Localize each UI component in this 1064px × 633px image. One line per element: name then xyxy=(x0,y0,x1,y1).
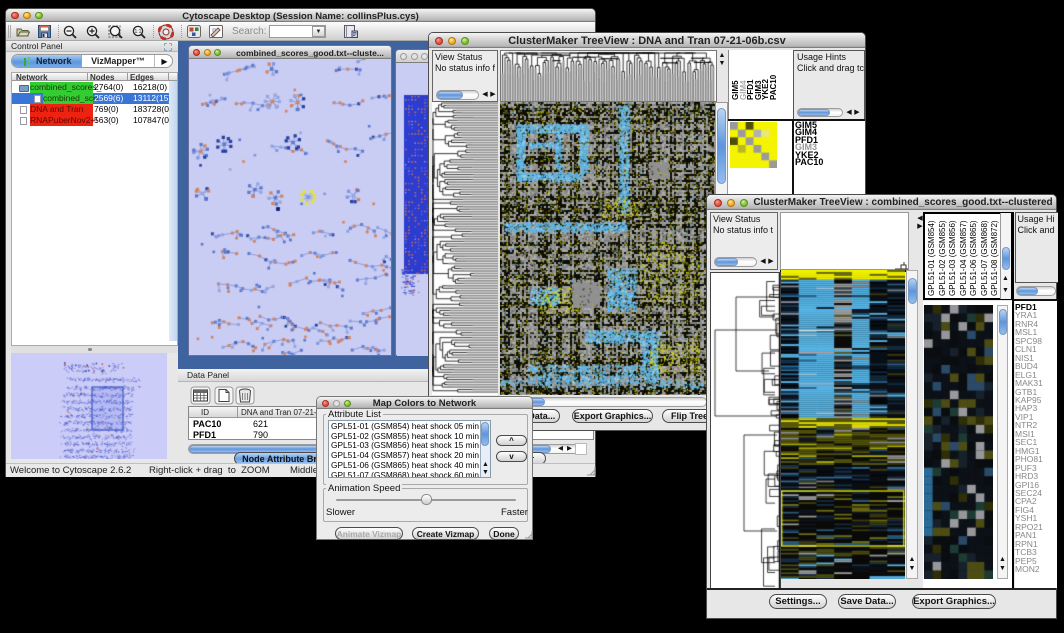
svg-text:1:1: 1:1 xyxy=(135,29,142,35)
